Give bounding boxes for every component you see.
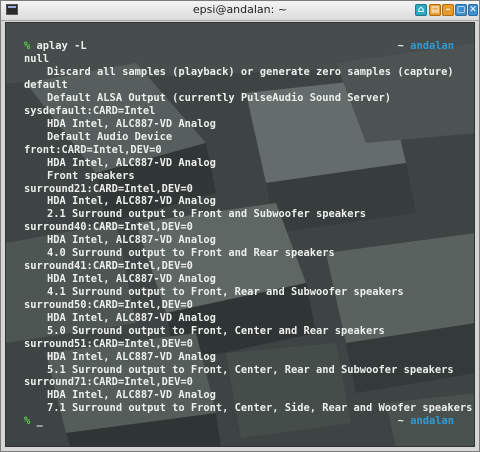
title-bar[interactable]: epsi@andalan: ~ ⌂ ▤ – ▢ ✕	[1, 1, 479, 21]
right-prompt: ~ andalan	[398, 40, 454, 53]
output-description-line: Default ALSA Output (currently PulseAudi…	[47, 92, 392, 104]
output-description-line: 2.1 Surround output to Front and Subwoof…	[47, 208, 367, 221]
prompt-symbol: %	[24, 40, 31, 52]
command-line: % aplay -L	[24, 40, 87, 53]
output-device-line: surround40:CARD=Intel,DEV=0	[24, 221, 193, 234]
output-device-line: surround21:CARD=Intel,DEV=0	[24, 182, 193, 195]
output-description-line: 5.0 Surround output to Front, Center and…	[47, 324, 385, 337]
shade-icon[interactable]: ▤	[429, 4, 441, 16]
terminal-output: % aplay -L ~ andalan null Discard all sam…	[6, 23, 474, 446]
output-device-line: null	[24, 53, 50, 66]
output-description-line: 5.1 Surround output to Front, Center, Re…	[47, 363, 454, 376]
output-description-line: 4.1 Surround output to Front, Rear and S…	[47, 285, 404, 298]
terminal-pane[interactable]: % aplay -L ~ andalan null Discard all sam…	[5, 22, 475, 447]
output-device-line: surround71:CARD=Intel,DEV=0	[24, 376, 193, 389]
output-device-line: default	[24, 79, 68, 92]
cursor: _	[36, 415, 43, 428]
output-description-line: HDA Intel, ALC887-VD Analog	[47, 350, 216, 363]
right-prompt-tilde: ~	[397, 40, 404, 52]
current-prompt-line[interactable]: % _	[24, 415, 43, 428]
prompt-symbol: %	[24, 415, 31, 428]
right-prompt: ~ andalan	[398, 415, 454, 428]
output-description-line: Default Audio Device	[47, 130, 173, 143]
output-description-line: HDA Intel, ALC887-VD Analog	[47, 389, 216, 402]
output-description-line: HDA Intel, ALC887-VD Analog	[47, 273, 216, 285]
terminal-window: epsi@andalan: ~ ⌂ ▤ – ▢ ✕ % aplay -L ~ a…	[0, 0, 480, 452]
output-description-line: 7.1 Surround output to Front, Center, Si…	[47, 402, 473, 415]
close-icon[interactable]: ✕	[468, 4, 478, 16]
output-device-line: front:CARD=Intel,DEV=0	[24, 143, 162, 156]
minimize-icon[interactable]: –	[442, 4, 454, 16]
output-device-line: surround51:CARD=Intel,DEV=0	[24, 337, 193, 350]
right-prompt-tilde: ~	[397, 415, 404, 428]
output-device-line: sysdefault:CARD=Intel	[24, 104, 156, 117]
maximize-icon[interactable]: ▢	[455, 4, 467, 16]
output-description-line: HDA Intel, ALC887-VD Analog	[47, 156, 216, 169]
output-description-line: HDA Intel, ALC887-VD Analog	[47, 234, 216, 247]
output-description-line: HDA Intel, ALC887-VD Analog	[47, 311, 216, 324]
sticky-icon[interactable]: ⌂	[415, 4, 427, 16]
command-text: aplay -L	[36, 40, 87, 52]
window-title: epsi@andalan: ~	[192, 3, 288, 16]
output-description-line: 4.0 Surround output to Front and Rear sp…	[47, 247, 335, 260]
output-description-line: Front speakers	[47, 169, 135, 182]
output-device-line: surround41:CARD=Intel,DEV=0	[24, 260, 193, 273]
output-description-line: HDA Intel, ALC887-VD Analog	[47, 117, 216, 130]
right-prompt-hostname: andalan	[410, 40, 454, 52]
output-description-line: Discard all samples (playback) or genera…	[47, 66, 454, 79]
output-description-line: HDA Intel, ALC887-VD Analog	[47, 195, 216, 208]
right-prompt-hostname: andalan	[410, 415, 454, 428]
output-device-line: surround50:CARD=Intel,DEV=0	[24, 298, 193, 311]
